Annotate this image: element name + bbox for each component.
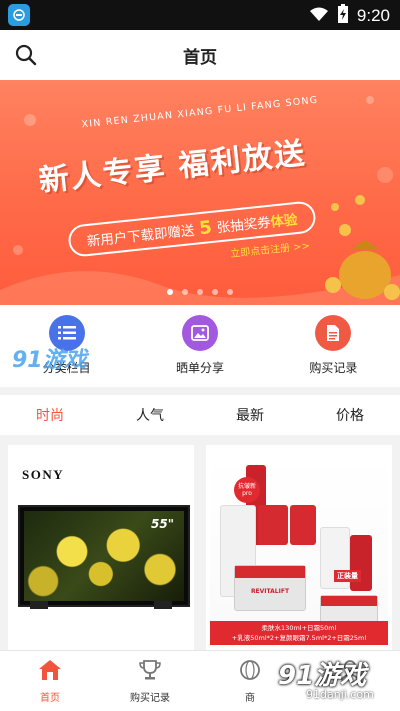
app-notification-icon <box>8 4 30 26</box>
tv-stand <box>30 601 48 609</box>
tab-fashion[interactable]: 时尚 <box>0 395 100 435</box>
promo-banner[interactable]: XIN REN ZHUAN XIANG FU LI FANG SONG 新人专享… <box>0 80 400 305</box>
battery-icon <box>337 4 349 28</box>
product-badge: 抗皱新pro <box>234 477 260 503</box>
list-icon <box>48 315 85 351</box>
product-card-tv[interactable]: SONY 55" <box>8 445 194 650</box>
money-bag-icon <box>325 195 400 300</box>
tab-popular[interactable]: 人气 <box>100 395 200 435</box>
offer-accent: 体验 <box>269 211 299 231</box>
product-jar: REVITALIFT <box>234 565 306 611</box>
status-bar: 9:20 <box>0 0 400 30</box>
wifi-icon <box>309 6 329 26</box>
tv-stand <box>154 601 172 609</box>
document-icon <box>315 315 352 351</box>
jar-label: REVITALIFT <box>250 588 290 595</box>
jar-lid <box>321 596 377 606</box>
carousel-dot[interactable] <box>182 289 188 295</box>
product-bottle <box>290 505 316 545</box>
status-time: 9:20 <box>356 6 390 25</box>
top-header: 首页 <box>0 30 400 80</box>
quick-link-category[interactable]: 分类栏目 <box>0 305 133 387</box>
category-tabs: 时尚 人气 最新 价格 <box>0 395 400 435</box>
nav-label: 首页 <box>40 693 60 704</box>
offer-prefix: 新用户下载即赠送 <box>86 222 196 251</box>
search-icon[interactable] <box>14 43 38 67</box>
nav-profile[interactable] <box>300 651 400 711</box>
carousel-dot[interactable] <box>212 289 218 295</box>
user-icon <box>338 659 362 685</box>
jar-lid <box>235 566 305 578</box>
product-caption: 柔肤水130ml+日霜50ml +乳液50ml*2+复颜眼霜7.5ml*2+日霜… <box>210 621 388 645</box>
caption-line: 柔肤水130ml+日霜50ml <box>261 624 337 632</box>
quick-link-label: 晒单分享 <box>175 361 224 375</box>
carousel-dot[interactable] <box>197 289 203 295</box>
quick-link-label: 分类栏目 <box>42 361 91 375</box>
product-bottle <box>258 505 288 545</box>
image-icon <box>181 315 218 351</box>
home-icon <box>38 659 62 685</box>
product-tube <box>350 535 372 591</box>
brand-logo: SONY <box>22 467 65 482</box>
carousel-dot[interactable] <box>167 289 173 295</box>
offer-mid: 张抽奖券 <box>216 214 272 237</box>
offer-number: 5 <box>198 216 213 239</box>
trophy-icon <box>138 659 162 685</box>
nav-purchases[interactable]: 购买记录 <box>100 651 200 711</box>
quick-link-purchases[interactable]: 购买记录 <box>267 305 400 387</box>
tab-newest[interactable]: 最新 <box>200 395 300 435</box>
caption-line: +乳液50ml*2+复颜眼霜7.5ml*2+日霜25ml <box>231 634 367 642</box>
page-title: 首页 <box>183 47 217 68</box>
product-tag: 正装量 <box>334 570 361 582</box>
tab-price[interactable]: 价格 <box>300 395 400 435</box>
nav-home[interactable]: 首页 <box>0 651 100 711</box>
quick-links: 分类栏目 晒单分享 购买记录 <box>0 305 400 387</box>
product-grid: SONY 55" REVITALIFT 抗皱新pro 正装量 柔肤水130ml+… <box>0 443 400 650</box>
nav-mall[interactable]: 商 <box>200 651 300 711</box>
carousel-dots <box>0 289 400 295</box>
quick-link-label: 购买记录 <box>309 361 358 375</box>
nav-label: 商 <box>245 693 255 704</box>
tv-size-label: 55" <box>151 517 174 531</box>
product-card-cosmetics[interactable]: REVITALIFT 抗皱新pro 正装量 柔肤水130ml+日霜50ml +乳… <box>206 445 392 650</box>
bottom-navigation: 首页 购买记录 商 <box>0 650 400 711</box>
globe-icon <box>238 659 262 685</box>
nav-label: 购买记录 <box>130 693 170 704</box>
quick-link-share[interactable]: 晒单分享 <box>133 305 266 387</box>
carousel-dot[interactable] <box>227 289 233 295</box>
tv-image: 55" <box>18 505 190 607</box>
